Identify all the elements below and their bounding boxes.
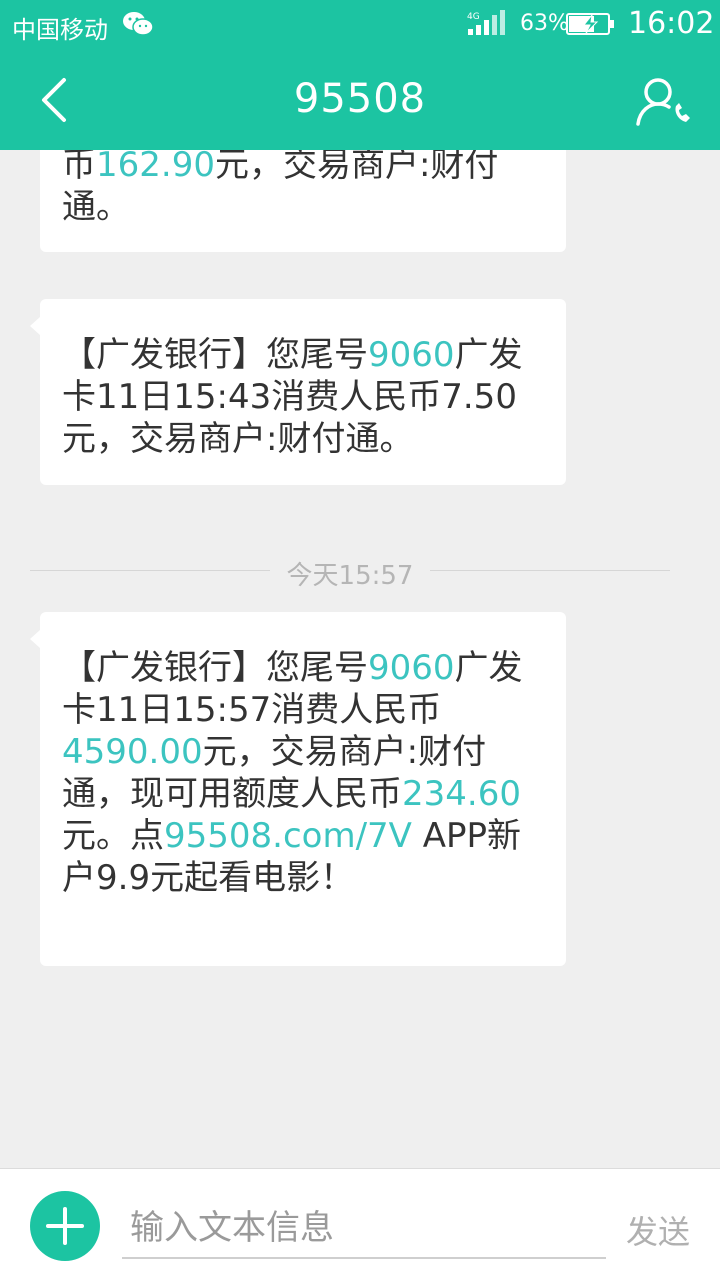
add-attachment-button[interactable] xyxy=(30,1191,100,1261)
message-text: 【广发银行】您尾号9060广发卡11日15:57消费人民币4590.00元，交易… xyxy=(62,647,542,899)
message-list[interactable]: 币162.90元，交易商户:财付通。 【广发银行】您尾号9060广发卡11日15… xyxy=(0,150,720,1168)
time-divider: 今天15:57 xyxy=(30,561,670,591)
message-text: 币162.90元，交易商户:财付通。 xyxy=(62,150,542,228)
contact-call-icon[interactable] xyxy=(632,70,696,134)
time-divider-label: 今天15:57 xyxy=(286,561,414,591)
message-text: 【广发银行】您尾号9060广发卡11日15:43消费人民币7.50元，交易商户:… xyxy=(62,334,542,460)
message-highlight[interactable]: 234.60 xyxy=(402,774,521,814)
network-type: 4G xyxy=(467,12,480,22)
bubble-tail xyxy=(30,317,40,335)
battery-charging-icon xyxy=(566,13,614,35)
message-highlight[interactable]: 9060 xyxy=(368,648,455,688)
plus-icon xyxy=(46,1207,84,1245)
top-bar: 中国移动 4G 63% 16:02 95508 xyxy=(0,0,720,150)
battery-percent: 63% xyxy=(520,11,569,36)
signal-4g-icon: 4G xyxy=(467,10,505,35)
status-bar: 中国移动 4G 63% 16:02 xyxy=(0,0,720,50)
carrier-name: 中国移动 xyxy=(12,16,108,44)
message-segment: 元。点 xyxy=(62,816,164,856)
message-input[interactable] xyxy=(122,1199,606,1259)
clock: 16:02 xyxy=(628,6,715,41)
message-bubble[interactable]: 币162.90元，交易商户:财付通。 xyxy=(40,150,566,252)
composer-bar: 发送 xyxy=(0,1168,720,1280)
message-highlight[interactable]: 162.90 xyxy=(96,150,215,185)
conversation-title: 95508 xyxy=(293,76,427,122)
message-segment: 【广发银行】您尾号 xyxy=(62,335,368,375)
app-bar: 95508 xyxy=(0,50,720,150)
wechat-icon xyxy=(123,12,154,36)
message-segment: 币 xyxy=(62,150,96,185)
message-bubble[interactable]: 【广发银行】您尾号9060广发卡11日15:43消费人民币7.50元，交易商户:… xyxy=(30,299,566,485)
message-bubble[interactable]: 【广发银行】您尾号9060广发卡11日15:57消费人民币4590.00元，交易… xyxy=(30,612,566,966)
message-highlight[interactable]: 95508.com/7V xyxy=(164,816,412,856)
message-highlight[interactable]: 4590.00 xyxy=(62,732,203,772)
bubble-tail xyxy=(30,630,40,648)
message-segment: 【广发银行】您尾号 xyxy=(62,648,368,688)
message-highlight[interactable]: 9060 xyxy=(368,335,455,375)
send-button[interactable]: 发送 xyxy=(626,1207,690,1253)
